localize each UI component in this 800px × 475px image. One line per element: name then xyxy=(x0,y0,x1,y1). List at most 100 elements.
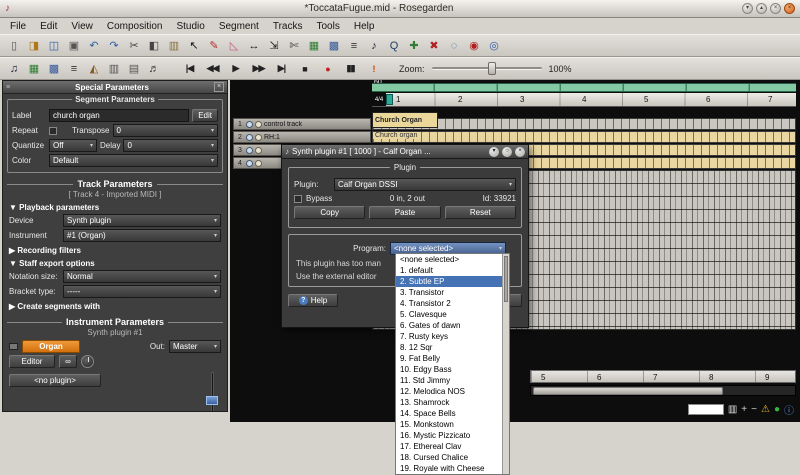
repeat-checkbox[interactable] xyxy=(49,127,57,135)
draw-tool-icon[interactable]: ✎ xyxy=(204,36,224,55)
program-option[interactable]: 12. Melodica NOS xyxy=(396,386,509,397)
bypass-checkbox[interactable] xyxy=(294,195,302,203)
output-select[interactable]: Master xyxy=(169,340,221,353)
pause-button[interactable]: ▮▮ xyxy=(339,59,362,78)
program-option[interactable]: 8. 12 Sqr xyxy=(396,342,509,353)
menu-item[interactable]: Help xyxy=(347,20,382,33)
percussion-matrix-icon[interactable]: ▩ xyxy=(324,36,344,55)
fast-forward-button[interactable]: ▶▶ xyxy=(247,59,270,78)
track-record-icon[interactable] xyxy=(255,134,262,141)
quantize-select[interactable]: Off xyxy=(49,139,97,152)
reset-button[interactable]: Reset xyxy=(445,206,516,219)
menu-item[interactable]: Segment xyxy=(212,20,266,33)
program-option[interactable]: 6. Gates of dawn xyxy=(396,320,509,331)
menu-item[interactable]: Tracks xyxy=(266,20,310,33)
scrollbar-thumb[interactable] xyxy=(533,387,723,395)
color-select[interactable]: Default xyxy=(49,154,218,167)
manage-midi-devices-icon[interactable]: ♬ xyxy=(144,59,164,78)
menu-item[interactable]: File xyxy=(3,20,33,33)
edit-label-button[interactable]: Edit xyxy=(192,109,218,122)
split-tool-icon[interactable]: ✄ xyxy=(284,36,304,55)
piano-keyboard-icon[interactable]: ▥ xyxy=(728,404,737,415)
panel-close-icon[interactable]: × xyxy=(214,82,224,92)
record-arm-icon[interactable]: ◉ xyxy=(464,36,484,55)
minimize-button[interactable]: ▾ xyxy=(742,3,753,14)
tempo-ruler[interactable] xyxy=(372,83,796,92)
print-icon[interactable]: ▣ xyxy=(64,36,84,55)
move-tool-icon[interactable]: ↔ xyxy=(244,36,264,55)
menu-item[interactable]: View xyxy=(64,20,100,33)
dialog-close-button[interactable]: × xyxy=(515,147,525,157)
zoom-slider-thumb[interactable] xyxy=(488,62,496,75)
paste-icon[interactable]: ▥ xyxy=(164,36,184,55)
notation-size-select[interactable]: Normal xyxy=(63,270,221,283)
track-mute-icon[interactable] xyxy=(246,160,253,167)
play-button[interactable]: ▶ xyxy=(224,59,247,78)
dialog-titlebar[interactable]: ♪ Synth plugin #1 [ 1000 ] - Calf Organ … xyxy=(282,145,528,159)
create-segments-section[interactable]: ▶ Create segments with xyxy=(9,302,221,311)
program-option[interactable]: 3. Transistor xyxy=(396,287,509,298)
playback-pointer-marker[interactable] xyxy=(386,94,393,105)
dialog-maximize-button[interactable]: ○ xyxy=(502,147,512,157)
warning-icon[interactable]: ⚠ xyxy=(761,404,770,415)
program-option[interactable]: 15. Monkstown xyxy=(396,419,509,430)
bracket-type-select[interactable]: ----- xyxy=(63,285,221,298)
help-button[interactable]: ? Help xyxy=(288,294,338,307)
program-option[interactable]: 17. Ethereal Clav xyxy=(396,441,509,452)
program-option[interactable]: 13. Shamrock xyxy=(396,397,509,408)
program-option[interactable]: 10. Edgy Bass xyxy=(396,364,509,375)
program-option[interactable]: 1. default xyxy=(396,265,509,276)
popup-scrollbar-thumb[interactable] xyxy=(504,256,508,302)
program-option[interactable]: 16. Mystic Pizzicato xyxy=(396,430,509,441)
copy-button[interactable]: Copy xyxy=(294,206,365,219)
special-parameters-header[interactable]: ≡ Special Parameters × xyxy=(3,81,227,94)
instrument-select[interactable]: #1 (Organ) xyxy=(63,229,221,242)
menu-item[interactable]: Tools xyxy=(309,20,346,33)
menu-item[interactable]: Composition xyxy=(100,20,170,33)
instrument-alias-button[interactable]: Organ xyxy=(22,340,80,353)
zoom-out-icon[interactable]: − xyxy=(751,404,757,415)
record-button[interactable]: ● xyxy=(316,59,339,78)
delay-select[interactable]: 0 xyxy=(123,139,218,152)
plugin-select[interactable]: Calf Organ DSSI xyxy=(334,178,516,191)
erase-tool-icon[interactable]: ◺ xyxy=(224,36,244,55)
open-in-percussion-icon[interactable]: ▩ xyxy=(44,59,64,78)
menu-item[interactable]: Edit xyxy=(33,20,64,33)
copy-icon[interactable]: ◧ xyxy=(144,36,164,55)
track-record-icon[interactable] xyxy=(255,147,262,154)
program-option[interactable]: 2. Subtle EP xyxy=(396,276,509,287)
program-option[interactable]: <none selected> xyxy=(396,254,509,265)
redo-icon[interactable]: ↷ xyxy=(104,36,124,55)
stereo-button[interactable]: ∞ xyxy=(59,355,77,368)
cut-icon[interactable]: ✂ xyxy=(124,36,144,55)
program-option[interactable]: 18. Cursed Chalice xyxy=(396,452,509,463)
save-file-icon[interactable]: ◫ xyxy=(44,36,64,55)
undo-icon[interactable]: ↶ xyxy=(84,36,104,55)
track-mute-icon[interactable] xyxy=(246,147,253,154)
track-row[interactable]: 1 control track xyxy=(233,118,371,130)
track-record-icon[interactable] xyxy=(255,121,262,128)
window-close-button[interactable]: × xyxy=(784,3,795,14)
program-option[interactable]: 19. Royale with Cheese xyxy=(396,463,509,474)
open-in-notation-icon[interactable]: ♫ xyxy=(4,59,24,78)
staff-export-section[interactable]: ▼ Staff export options xyxy=(9,259,221,268)
program-option[interactable]: 9. Fat Belly xyxy=(396,353,509,364)
open-in-matrix-icon[interactable]: ▦ xyxy=(24,59,44,78)
popup-scrollbar[interactable] xyxy=(502,254,509,474)
program-option[interactable]: 5. Clavesque xyxy=(396,309,509,320)
menu-item[interactable]: Studio xyxy=(169,20,211,33)
program-option[interactable]: 11. Std Jimmy xyxy=(396,375,509,386)
playback-parameters-section[interactable]: ▼ Playback parameters xyxy=(9,203,221,212)
no-plugin-button[interactable]: <no plugin> xyxy=(9,374,101,387)
midi-activity-icon[interactable]: ● xyxy=(774,404,780,415)
horizontal-scrollbar[interactable] xyxy=(530,385,796,396)
measure-ruler[interactable]: 4/4 1234567 xyxy=(372,93,796,107)
program-option[interactable]: 4. Transistor 2 xyxy=(396,298,509,309)
select-tool-icon[interactable]: ↖ xyxy=(184,36,204,55)
transpose-select[interactable]: 0 xyxy=(113,124,219,137)
track-mute-icon[interactable] xyxy=(246,134,253,141)
track-mute-icon[interactable] xyxy=(246,121,253,128)
level-fader[interactable] xyxy=(205,372,219,412)
notation-editor-icon[interactable]: ♪ xyxy=(364,36,384,55)
new-file-icon[interactable]: ▯ xyxy=(4,36,24,55)
